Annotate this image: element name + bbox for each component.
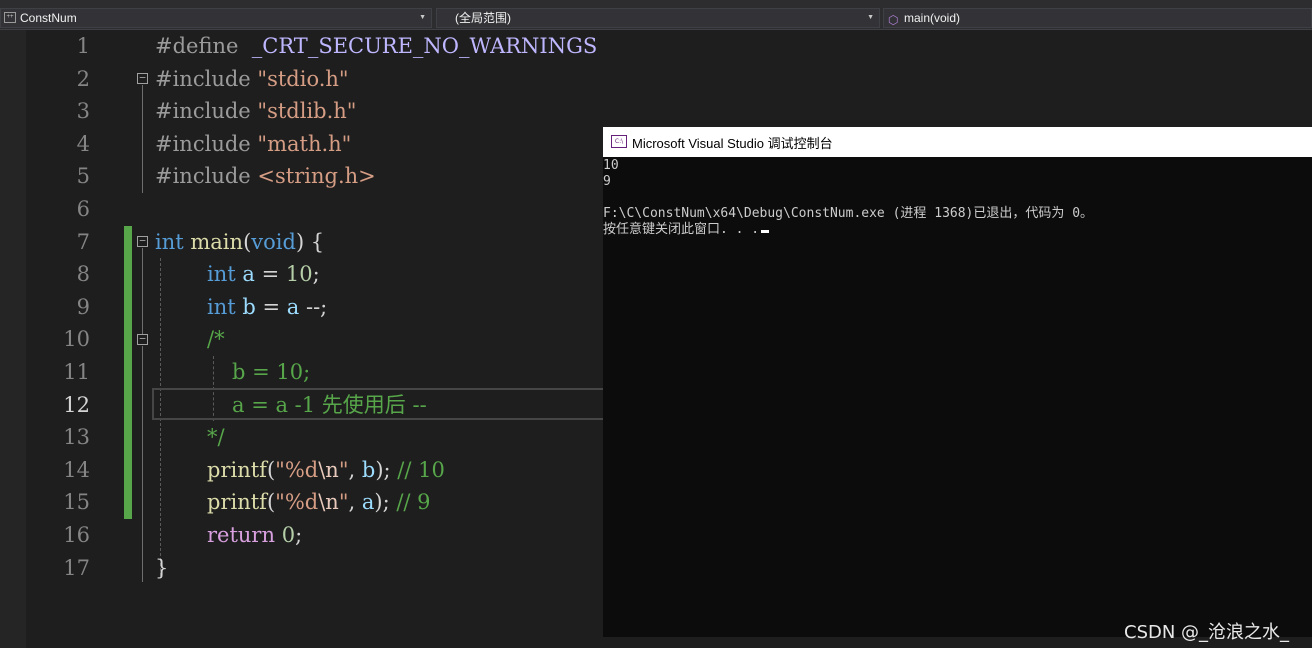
line-number: 13	[63, 425, 90, 450]
code-line: #define _CRT_SECURE_NO_WARNINGS	[155, 34, 598, 58]
console-output-line: 按任意键关闭此窗口. . .	[603, 222, 770, 238]
project-dropdown[interactable]: ++ ConstNum ▼	[0, 8, 432, 28]
console-prompt-text: 按任意键关闭此窗口. . .	[603, 222, 760, 237]
chevron-down-icon: ▼	[419, 14, 426, 21]
console-output-line: F:\C\ConstNum\x64\Debug\ConstNum.exe (进程…	[603, 206, 1094, 221]
line-number: 5	[76, 164, 90, 189]
line-number-current: 12	[63, 392, 90, 417]
member-name: main(void)	[904, 11, 961, 25]
line-number: 11	[63, 360, 90, 384]
code-line: b = 10;	[232, 360, 311, 384]
line-number: 17	[63, 555, 90, 580]
editor-margin	[0, 30, 26, 648]
cpp-project-icon: ++	[4, 12, 16, 23]
code-line: */	[207, 425, 225, 450]
console-titlebar[interactable]: C:\ Microsoft Visual Studio 调试控制台	[603, 127, 1312, 157]
scope-dropdown[interactable]: (全局范围) ▼	[436, 8, 880, 28]
text-cursor	[761, 230, 770, 233]
console-output-line: 9	[603, 174, 611, 189]
outline-guide	[142, 346, 143, 452]
line-number: 4	[76, 131, 90, 156]
code-line: int a = 10;	[207, 262, 320, 287]
line-number: 1	[76, 34, 90, 58]
watermark: CSDN @_沧浪之水_	[1124, 622, 1290, 643]
code-line: #include <string.h>	[155, 164, 376, 189]
scope-name: (全局范围)	[455, 11, 511, 25]
debug-console-window[interactable]: C:\ Microsoft Visual Studio 调试控制台 10 9 F…	[603, 127, 1312, 637]
cube-function-icon: ⬡	[888, 13, 899, 27]
navigation-bar: ++ ConstNum ▼ (全局范围) ▼ ⬡ main(void)	[0, 0, 1312, 30]
line-number: 16	[63, 523, 90, 547]
collapse-icon[interactable]: −	[137, 72, 148, 84]
line-number: 10	[63, 327, 90, 352]
code-line-current: a = a -1 先使用后 --	[232, 392, 427, 417]
code-line: #include "stdlib.h"	[155, 99, 357, 124]
console-app-icon: C:\	[611, 135, 627, 148]
line-number: 2	[76, 66, 90, 91]
project-name: ConstNum	[20, 11, 77, 25]
change-indicator-bar	[124, 226, 132, 519]
code-line: #include "math.h"	[155, 131, 352, 156]
line-number: 3	[76, 99, 90, 124]
code-line: return 0;	[207, 523, 303, 547]
line-number: 9	[76, 294, 90, 319]
member-dropdown[interactable]: ⬡ main(void)	[883, 8, 1312, 28]
outline-guide	[142, 85, 143, 193]
line-number: 15	[63, 490, 90, 515]
console-title: Microsoft Visual Studio 调试控制台	[632, 136, 833, 151]
line-number: 8	[76, 262, 90, 287]
console-output-line: 10	[603, 158, 619, 173]
line-number: 14	[63, 457, 90, 482]
line-number: 7	[76, 229, 90, 254]
collapse-icon[interactable]: −	[137, 333, 148, 345]
code-line: #include "stdio.h"	[155, 66, 349, 91]
code-line: int b = a --;	[207, 294, 328, 319]
code-line: printf("%d\n", b); // 10	[207, 457, 445, 482]
code-line: printf("%d\n", a); // 9	[207, 490, 431, 515]
outline-guide	[142, 452, 143, 582]
code-line: int main(void) {	[155, 229, 325, 254]
chevron-down-icon: ▼	[867, 14, 874, 21]
collapse-icon[interactable]: −	[137, 235, 148, 247]
code-line: }	[155, 555, 169, 580]
outline-guide	[142, 248, 143, 334]
code-line: /*	[207, 327, 225, 352]
line-number: 6	[76, 197, 90, 221]
